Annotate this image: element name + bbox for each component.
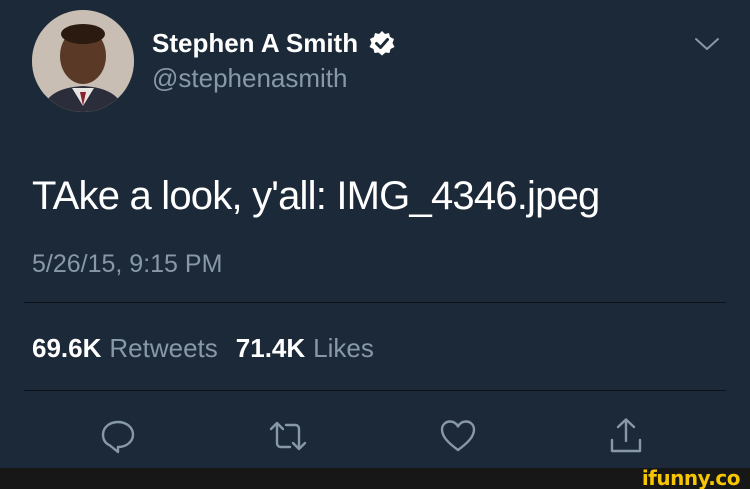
divider [24,390,726,391]
reply-icon [101,420,135,454]
watermark-bar: ifunny.co [0,466,750,489]
retweets-stat[interactable]: 69.6K Retweets [32,333,218,364]
share-button[interactable] [604,414,648,458]
display-name[interactable]: Stephen A Smith [152,28,358,59]
likes-label: Likes [313,333,374,363]
retweets-label: Retweets [109,333,218,363]
user-handle[interactable]: @stephenasmith [152,63,348,94]
likes-stat[interactable]: 71.4K Likes [236,333,374,364]
avatar-photo [32,10,134,112]
divider [24,302,726,303]
share-icon [610,418,642,453]
retweets-count: 69.6K [32,333,102,363]
like-button[interactable] [436,414,480,458]
verified-badge-icon [368,30,396,58]
avatar[interactable] [32,10,134,112]
retweet-icon [269,421,307,451]
tweet-stats: 69.6K Retweets 71.4K Likes [32,333,374,364]
likes-count: 71.4K [235,333,306,363]
name-row: Stephen A Smith [152,28,396,59]
chevron-down-icon[interactable] [690,30,724,58]
retweet-button[interactable] [266,414,310,458]
ifunny-watermark: ifunny.co [641,466,741,489]
tweet-text: TAke a look, y'all: IMG_4346.jpeg [32,174,600,218]
heart-icon [440,420,476,452]
reply-button[interactable] [96,414,140,458]
tweet-timestamp: 5/26/15, 9:15 PM [32,250,223,278]
